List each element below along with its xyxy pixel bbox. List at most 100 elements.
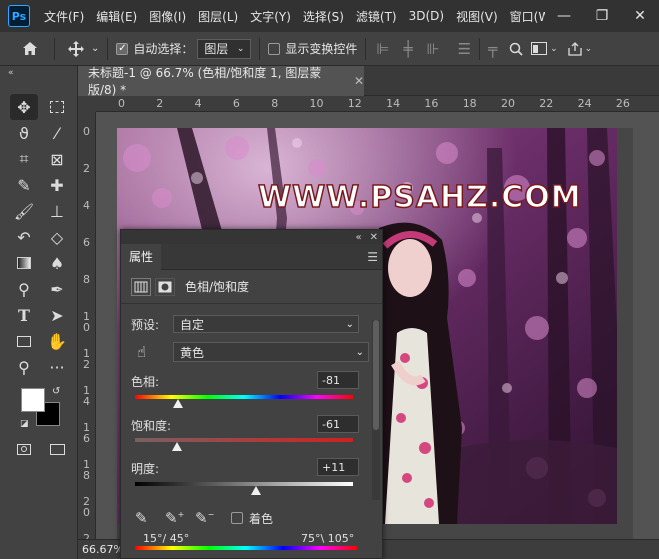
hue-label: 色相:: [131, 375, 160, 389]
menu-type[interactable]: 文字(Y): [244, 8, 297, 25]
auto-select-checkbox[interactable]: ✓: [116, 42, 129, 55]
close-icon[interactable]: ✕: [370, 232, 378, 243]
marquee-tool[interactable]: [43, 94, 71, 120]
tab-properties[interactable]: 属性: [121, 243, 162, 270]
brush-icon: 🖌: [13, 201, 35, 221]
magic-wand-tool[interactable]: ⁄: [43, 120, 71, 146]
show-transform-checkbox[interactable]: [268, 42, 281, 55]
auto-select-target-dropdown[interactable]: 图层 ⌄: [197, 38, 252, 59]
chevron-down-icon[interactable]: ⌄: [585, 44, 593, 54]
channel-dropdown[interactable]: 黄色 ⌄: [173, 342, 369, 362]
rectangle-tool[interactable]: [10, 328, 38, 354]
chevron-down-icon[interactable]: ⌄: [550, 44, 558, 54]
collapse-toolbar-icon[interactable]: «: [8, 68, 14, 78]
align-top-icon[interactable]: ╤: [488, 40, 497, 58]
home-icon[interactable]: [22, 41, 38, 56]
menu-3d[interactable]: 3D(D): [403, 9, 450, 23]
move-tool-icon[interactable]: [67, 40, 85, 58]
lasso-tool[interactable]: ϑ: [10, 120, 38, 146]
ruler-corner: [78, 96, 96, 112]
chevron-down-icon[interactable]: ⌄: [91, 43, 99, 54]
quick-mask-button[interactable]: [10, 436, 38, 462]
ruler-tick-label: 1 0: [83, 310, 90, 334]
more-tools[interactable]: ···: [43, 354, 71, 380]
panel-menu-icon[interactable]: ☰: [367, 250, 378, 264]
channel-value: 黄色: [180, 345, 205, 360]
default-colors-icon[interactable]: ◪: [20, 419, 29, 429]
align-left-icon[interactable]: ⊫: [376, 40, 389, 58]
color-range-bar[interactable]: [135, 546, 357, 550]
watermark-text: WWW.PSAHZ.COM: [257, 179, 582, 216]
layer-mask-icon[interactable]: [155, 277, 175, 296]
lightness-slider-track[interactable]: [135, 482, 353, 486]
share-icon[interactable]: [567, 41, 582, 56]
ruler-tick-label: 24: [577, 97, 592, 110]
close-button[interactable]: ✕: [621, 8, 659, 24]
ruler-tick-label: 0: [83, 125, 90, 138]
frame-tool[interactable]: ⊠: [43, 146, 71, 172]
menu-filter[interactable]: 滤镜(T): [350, 8, 403, 25]
foreground-color-swatch[interactable]: [21, 388, 45, 412]
menu-layer[interactable]: 图层(L): [192, 8, 244, 25]
swap-colors-icon[interactable]: ↺: [52, 386, 60, 397]
zoom-level[interactable]: 66.67%: [82, 543, 124, 556]
menu-file[interactable]: 文件(F): [38, 8, 90, 25]
preset-dropdown[interactable]: 自定 ⌄: [173, 315, 359, 333]
hue-slider-thumb[interactable]: [173, 399, 183, 408]
align-center-icon[interactable]: ╪: [404, 40, 413, 58]
healing-brush-tool[interactable]: ✚: [43, 172, 71, 198]
eraser-tool[interactable]: ◇: [43, 224, 71, 250]
screen-mode-button[interactable]: [43, 436, 71, 462]
hue-input[interactable]: -81: [317, 371, 359, 389]
saturation-slider-thumb[interactable]: [172, 442, 182, 451]
horizontal-ruler[interactable]: 0 2 4 6 8 10 12 14 16 18 20 22 24 26: [96, 96, 659, 112]
menu-select[interactable]: 选择(S): [297, 8, 350, 25]
search-icon[interactable]: [509, 42, 523, 56]
saturation-input[interactable]: -61: [317, 415, 359, 433]
ruler-tick-label: 1 8: [83, 458, 90, 482]
ruler-tick-label: 2 0: [83, 495, 90, 519]
panel-scrollbar[interactable]: [372, 320, 380, 500]
vertical-ruler[interactable]: 024681 01 21 41 61 82 02 2: [78, 112, 96, 555]
move-tool[interactable]: ✥: [10, 94, 38, 120]
lightness-slider-thumb[interactable]: [251, 486, 261, 495]
hue-saturation-adjustment-icon[interactable]: [131, 277, 151, 296]
crop-tool[interactable]: ⌗: [10, 146, 38, 172]
targeted-adjustment-icon[interactable]: ☝: [131, 343, 173, 361]
panel-titlebar[interactable]: « ✕: [121, 230, 382, 244]
history-brush-tool[interactable]: ↶: [10, 224, 38, 250]
saturation-slider-track[interactable]: [135, 438, 353, 442]
blur-tool[interactable]: ♠: [43, 250, 71, 276]
hand-tool[interactable]: ✋: [43, 328, 71, 354]
eyedropper-plus-icon[interactable]: ✎+: [165, 509, 184, 527]
colorize-checkbox[interactable]: [231, 512, 243, 524]
eyedropper-icon[interactable]: ✎: [135, 509, 148, 527]
align-right-icon[interactable]: ⊪: [427, 40, 440, 58]
workspace-icon[interactable]: [531, 42, 548, 55]
collapse-panel-icon[interactable]: «: [355, 232, 361, 243]
menu-view[interactable]: 视图(V): [450, 8, 504, 25]
clone-stamp-tool[interactable]: ⊥: [43, 198, 71, 224]
minimize-button[interactable]: —: [545, 8, 583, 24]
magic-wand-icon: ⁄: [55, 123, 59, 143]
gradient-tool[interactable]: [10, 250, 38, 276]
brush-tool[interactable]: 🖌: [10, 198, 38, 224]
eyedropper-minus-icon[interactable]: ✎−: [195, 509, 214, 527]
panel-scrollbar-thumb[interactable]: [373, 320, 379, 430]
pen-tool[interactable]: ✒: [43, 276, 71, 302]
menu-edit[interactable]: 编辑(E): [90, 8, 143, 25]
menu-bar: Ps 文件(F) 编辑(E) 图像(I) 图层(L) 文字(Y) 选择(S) 滤…: [0, 0, 659, 32]
close-icon[interactable]: ✕: [354, 74, 364, 88]
restore-button[interactable]: ❐: [583, 8, 621, 24]
eyedropper-tool[interactable]: ✎: [10, 172, 38, 198]
path-selection-tool[interactable]: ➤: [43, 302, 71, 328]
type-tool[interactable]: T: [10, 302, 38, 328]
menu-image[interactable]: 图像(I): [143, 8, 192, 25]
zoom-tool[interactable]: ⚲: [10, 354, 38, 380]
dodge-tool[interactable]: ⚲: [10, 276, 38, 302]
distribute-icon[interactable]: ☰: [458, 40, 471, 58]
document-tab[interactable]: 未标题-1 @ 66.7% (色相/饱和度 1, 图层蒙版/8) * ✕: [78, 66, 364, 97]
hue-slider-track[interactable]: [135, 395, 353, 399]
lightness-input[interactable]: +11: [317, 458, 359, 476]
zoom-icon: ⚲: [18, 357, 30, 377]
